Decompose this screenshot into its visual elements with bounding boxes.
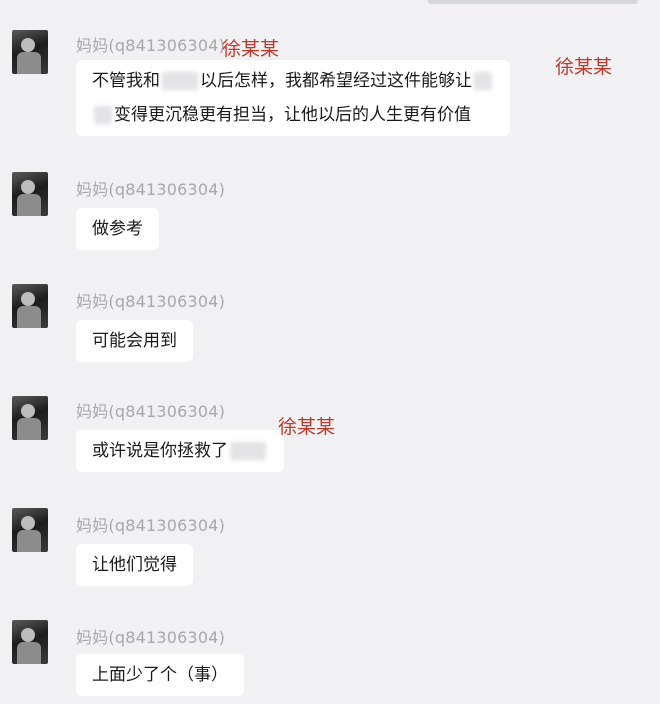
message-bubble: 做参考	[76, 208, 159, 250]
redacted-text	[94, 106, 112, 124]
message-text-line: 不管我和 以后怎样，我都希望经过这件能够让	[92, 64, 494, 98]
message-text-line: 变得更沉稳更有担当，让他以后的人生更有价值	[92, 98, 494, 132]
avatar[interactable]	[12, 620, 48, 664]
sender-name: 妈妈(q841306304)	[76, 516, 226, 535]
sender-name: 妈妈(q841306304)	[76, 628, 226, 647]
avatar[interactable]	[12, 284, 48, 328]
message-bubble: 可能会用到	[76, 320, 193, 362]
sender-name: 妈妈(q841306304)	[76, 292, 226, 311]
avatar[interactable]	[12, 396, 48, 440]
avatar[interactable]	[12, 508, 48, 552]
name-annotation: 徐某某	[555, 56, 613, 78]
window-top-bar	[428, 0, 638, 4]
redacted-text	[474, 72, 492, 90]
message-bubble: 让他们觉得	[76, 544, 193, 586]
message-bubble: 不管我和 以后怎样，我都希望经过这件能够让 变得更沉稳更有担当，让他以后的人生更有…	[76, 60, 510, 136]
redacted-text	[162, 72, 198, 90]
sender-name: 妈妈(q841306304)	[76, 180, 226, 199]
message-bubble: 或许说是你拯救了	[76, 430, 284, 472]
name-annotation: 徐某某	[222, 38, 280, 60]
sender-name: 妈妈(q841306304)	[76, 36, 226, 55]
sender-name: 妈妈(q841306304)	[76, 402, 226, 421]
message-bubble: 上面少了个（事）	[76, 654, 244, 696]
redacted-text	[230, 442, 266, 460]
avatar[interactable]	[12, 30, 48, 74]
name-annotation: 徐某某	[278, 416, 336, 438]
avatar[interactable]	[12, 172, 48, 216]
